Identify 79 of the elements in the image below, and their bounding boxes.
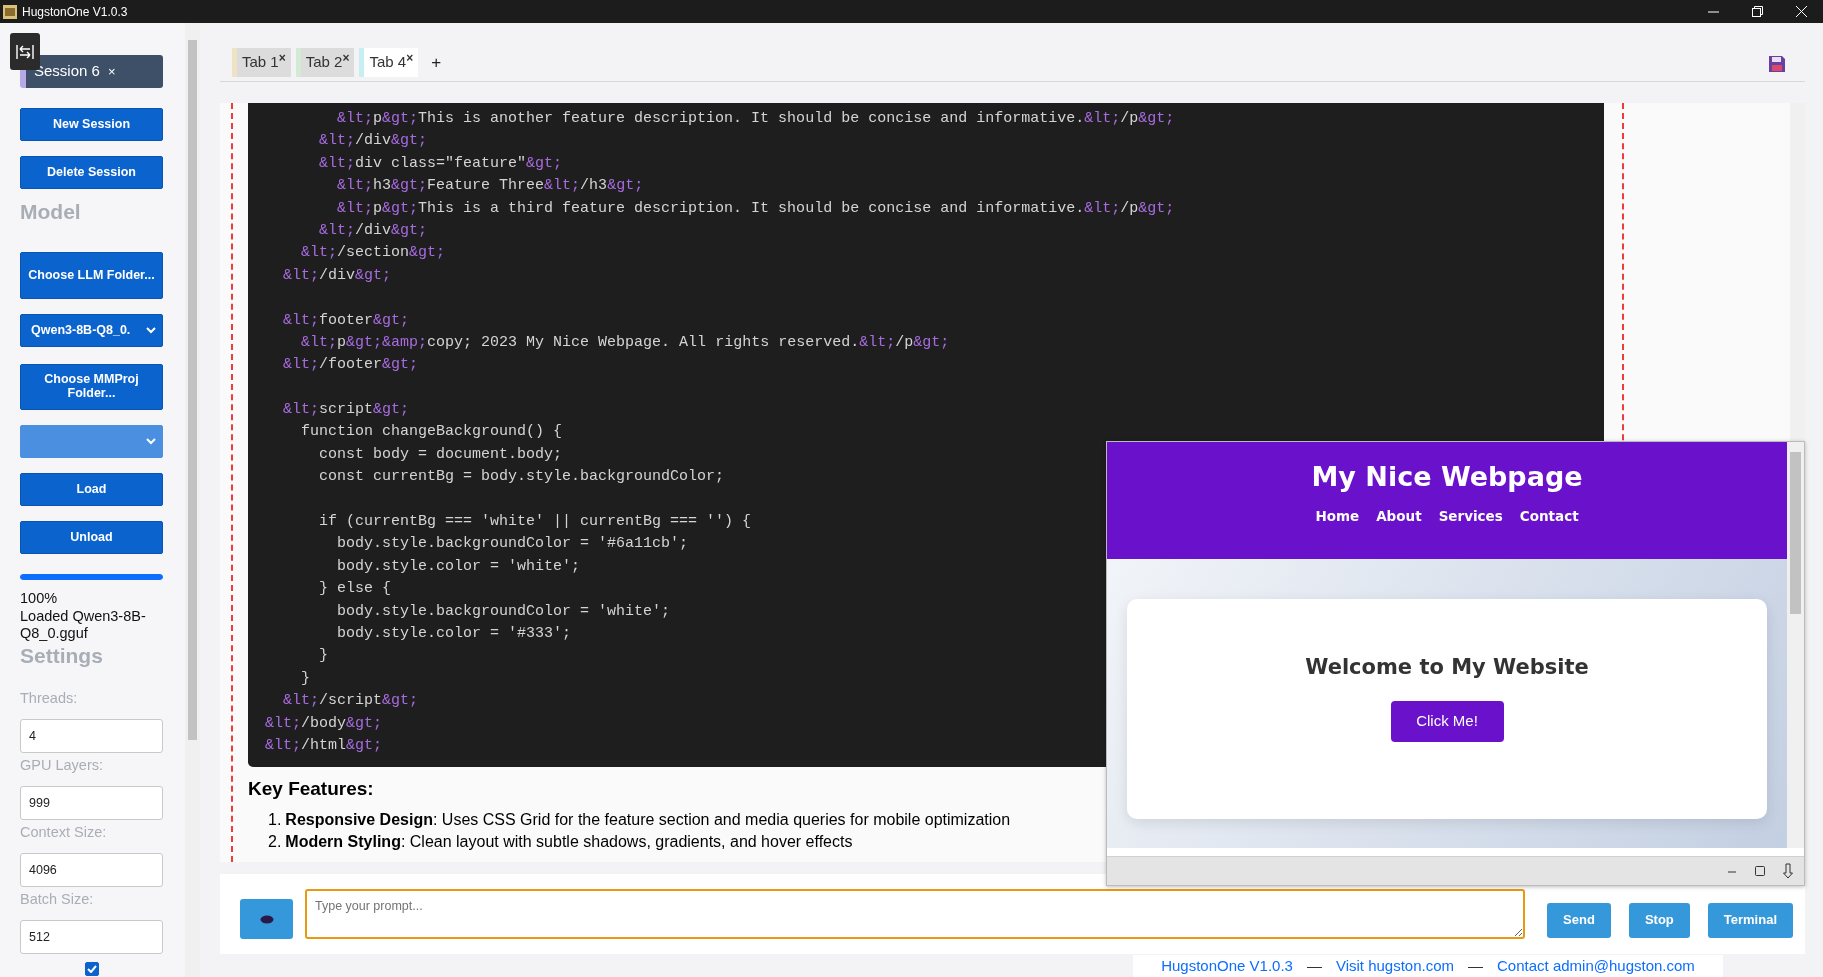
list-item: Modern Styling: Clean layout with subtle shadows, gradients, and hover effects [285,832,853,853]
code-line: &lt;/body&gt; [265,713,383,734]
checkbox[interactable] [84,961,99,976]
code-line: &lt;p&gt;This is a third feature description. It should be concise and informative.&lt;/p&gt; [336,198,1175,219]
click-button[interactable]: Click Me! [1390,701,1504,743]
record-icon [259,914,274,924]
code-line: if (currentBg === 'white' || currentBg === '') { [318,512,752,533]
code-line: body.style.color = '#333'; [336,624,572,644]
code-line: &lt;h3&gt;Feature Three&lt;/h3&gt; [336,176,644,197]
input-field[interactable]: 4 [20,718,163,753]
list-marker: 2. [268,832,282,853]
sidebar-button[interactable]: Delete Session [20,156,163,189]
input-field[interactable]: 512 [20,919,163,954]
code-line: &lt;div class="feature"&gt; [318,153,563,174]
code-line: } [300,668,310,689]
field-label: Context Size: [20,822,108,841]
footer-link[interactable]: HugstonOne V1.0.3 [1161,954,1293,977]
caret-icon [146,327,156,334]
nav-link[interactable]: Home [1315,506,1360,527]
footer-link[interactable]: Contact admin@hugston.com [1497,954,1695,977]
sidebar-button[interactable]: Choose LLM Folder... [20,252,163,299]
sidebar-button[interactable]: Choose MMProj Folder... [20,364,163,410]
model-select[interactable]: Qwen3-8B-Q8_0. [20,314,163,347]
code-line: &lt;/footer&gt; [282,355,419,376]
code-line: const body = document.body; [318,444,563,465]
window-title: HugstonOne V1.0.3 [22,3,128,21]
separator: — [1306,955,1322,976]
code-line: &lt;/section&gt; [300,243,446,264]
session-tab[interactable]: Session 6 × [20,55,163,88]
section-heading: Key Features: [248,777,374,802]
code-line: } else { [318,579,392,600]
save-icon[interactable] [1767,54,1787,74]
code-line: &lt;/html&gt; [265,735,383,756]
code-line: &lt;/div&gt; [318,220,428,241]
code-line: } [318,646,328,667]
list-marker: 1. [268,810,282,831]
caret-icon [146,438,156,445]
status-text: Loaded Qwen3-8B-Q8_0.gguf [20,607,147,643]
scrollbar[interactable] [1787,442,1804,848]
section-heading: Model [20,200,82,224]
code-line: &lt;/script&gt; [282,691,419,712]
tab[interactable]: Tab 1× [232,48,291,77]
status-text: 100% [20,590,59,608]
record-button[interactable] [240,899,293,939]
add-tab-button[interactable]: + [423,48,450,77]
code-line: body.style.backgroundColor = 'white'; [336,601,671,622]
code-line: &lt;p&gt;&amp;copy; 2023 My Nice Webpage. All rights reserved.&lt;/p&gt; [300,332,950,353]
card-heading: Welcome to My Website [1305,655,1589,681]
code-line: body.style.color = 'white'; [336,556,581,577]
code-line: &lt;p&gt;This is another feature description. It should be concise and informative.&lt;/p&gt; [336,109,1175,129]
input-field[interactable]: 999 [20,785,163,820]
code-line: &lt;/div&gt; [318,131,428,152]
section-heading: Settings [20,643,104,668]
list-item: Responsive Design: Uses CSS Grid for the feature section and media queries for mobile optimization [285,810,1011,831]
field-label: Batch Size: [20,889,95,908]
separator: — [1468,955,1484,976]
nav-link[interactable]: Services [1438,506,1503,527]
code-line: &lt;/div&gt; [282,265,392,286]
footer-link[interactable]: Visit hugston.com [1335,954,1455,977]
nav-link[interactable]: Contact [1519,506,1579,527]
code-line: &lt;script&gt; [282,400,410,421]
tab[interactable]: Tab 4× [359,48,419,77]
code-line: body.style.backgroundColor = '#6a11cb'; [336,534,689,555]
scrollbar[interactable] [1790,103,1805,441]
sidebar-button[interactable]: New Session [20,108,163,141]
field-label: Threads: [20,688,79,707]
sidebar-button[interactable]: Unload [20,521,163,554]
page-title: My Nice Webpage [1311,460,1583,494]
code-line: &lt;footer&gt; [282,310,410,331]
tab[interactable]: Tab 2× [295,48,355,77]
input-field[interactable]: 4096 [20,852,163,887]
code-line: const currentBg = body.style.backgroundColor; [318,467,725,488]
code-line: function changeBackground() { [300,422,563,443]
prompt-field[interactable]: Type your prompt... [305,889,1525,939]
sidebar-button[interactable]: Load [20,473,163,506]
scrollbar[interactable] [185,23,200,977]
app-icon [3,4,17,19]
field-label: GPU Layers: [20,755,104,774]
nav-link[interactable]: About [1376,506,1422,527]
